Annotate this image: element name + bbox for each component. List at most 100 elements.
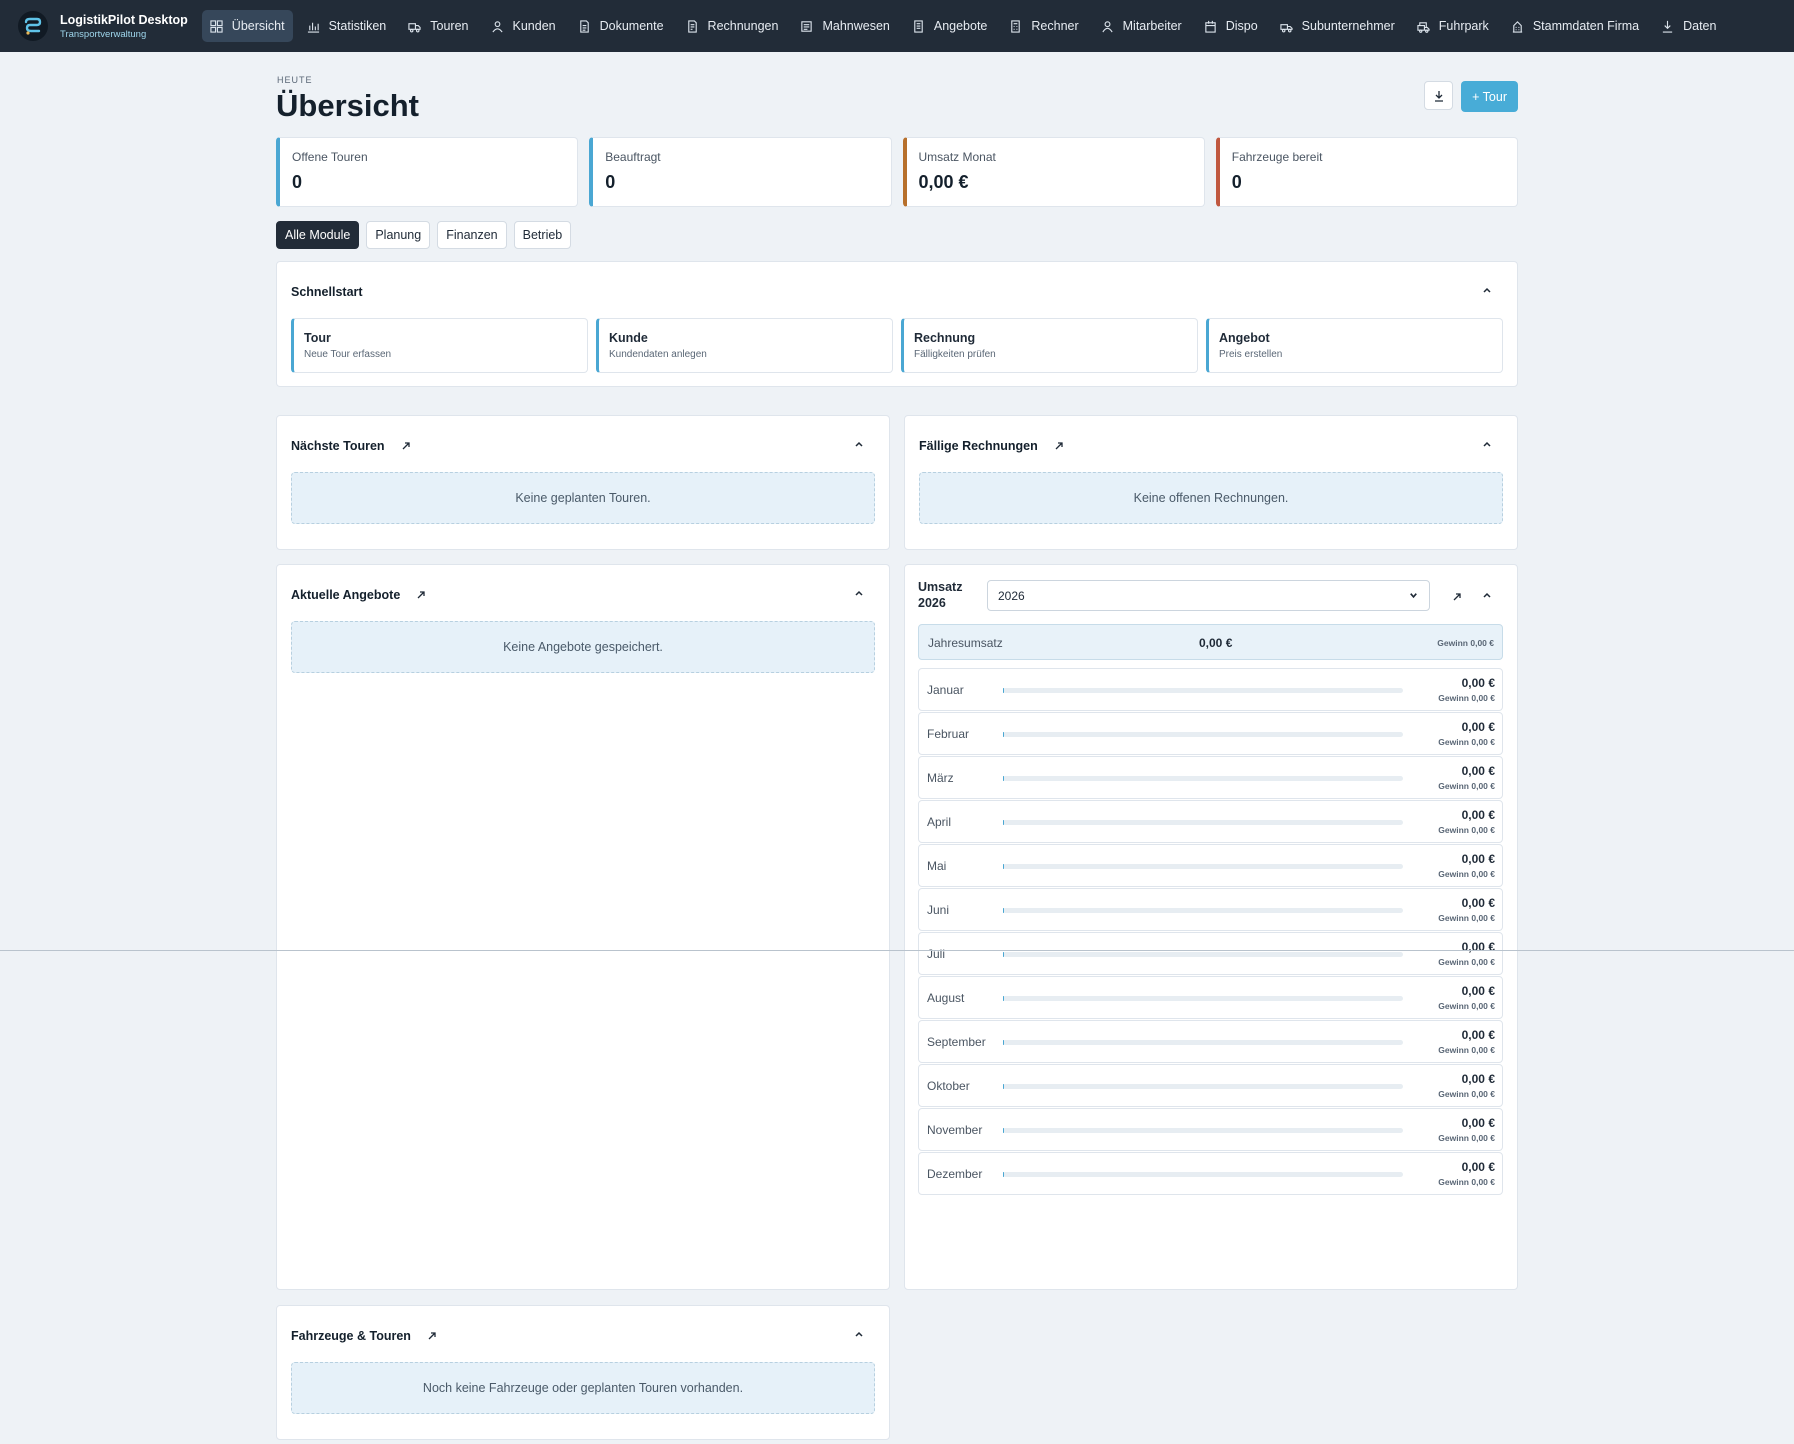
- month-revenue-bar-fill: [1003, 1040, 1005, 1045]
- collapse-quickstart-button[interactable]: [1481, 284, 1493, 299]
- app-subtitle: Transportverwaltung: [60, 28, 147, 40]
- month-revenue-bar: [1003, 688, 1403, 693]
- open-due-invoices-button[interactable]: [1054, 441, 1064, 451]
- month-revenue-row: Februar 0,00 € Gewinn 0,00 €: [918, 712, 1503, 755]
- due-invoices-title: Fällige Rechnungen: [919, 439, 1038, 453]
- nav-item-5[interactable]: Rechnungen: [678, 10, 787, 42]
- month-revenue-value: 0,00 €: [1461, 720, 1495, 734]
- nav-item-7[interactable]: Angebote: [904, 10, 996, 42]
- kpi-value: 0: [1231, 172, 1242, 192]
- nav-item-13[interactable]: Stammdaten Firma: [1503, 10, 1647, 42]
- collapse-vehicles-button[interactable]: [853, 1328, 865, 1343]
- nav-item-label: Subunternehmer: [1301, 19, 1395, 33]
- nav-item-1[interactable]: Statistiken: [299, 10, 395, 42]
- nav-item-0[interactable]: Übersicht: [201, 10, 293, 42]
- open-revenue-button[interactable]: [1452, 590, 1462, 605]
- kpi-card: Offene Touren 0: [276, 137, 579, 207]
- month-name: Februar: [927, 727, 970, 741]
- calculator-icon: [1011, 19, 1021, 33]
- filter-chip[interactable]: Planung: [366, 221, 431, 249]
- kpi-label: Offene Touren: [292, 150, 368, 164]
- add-tour-button[interactable]: + Tour: [1461, 81, 1518, 112]
- open-offers-button[interactable]: [416, 590, 426, 600]
- quickstart-item[interactable]: Tour Neue Tour erfassen: [291, 318, 588, 373]
- month-revenue-row: November 0,00 € Gewinn 0,00 €: [918, 1108, 1503, 1151]
- month-revenue-row: April 0,00 € Gewinn 0,00 €: [918, 800, 1503, 843]
- dashboard-icon: [210, 19, 223, 33]
- month-name: Mai: [927, 859, 947, 873]
- open-vehicles-button[interactable]: [427, 1331, 437, 1341]
- month-revenue-value: 0,00 €: [1461, 1116, 1495, 1130]
- nav-item-11[interactable]: Subunternehmer: [1272, 10, 1403, 42]
- calendar-icon: [1204, 20, 1216, 33]
- revenue-year-label: 2026: [918, 596, 946, 610]
- month-revenue-bar-fill: [1003, 732, 1005, 737]
- month-revenue-row: Oktober 0,00 € Gewinn 0,00 €: [918, 1064, 1503, 1107]
- external-link-icon: [1453, 593, 1461, 601]
- quickstart-item[interactable]: Kunde Kundendaten anlegen: [596, 318, 893, 373]
- export-button[interactable]: [1424, 81, 1454, 110]
- month-profit: Gewinn 0,00 €: [1438, 825, 1495, 835]
- month-revenue-bar: [1003, 732, 1403, 737]
- month-revenue-value: 0,00 €: [1461, 896, 1495, 910]
- collapse-next-tours-button[interactable]: [853, 438, 865, 453]
- kpi-label: Umsatz Monat: [918, 150, 996, 164]
- external-link-icon: [417, 591, 425, 599]
- month-revenue-row: August 0,00 € Gewinn 0,00 €: [918, 976, 1503, 1019]
- collapse-offers-button[interactable]: [853, 587, 865, 602]
- year-select[interactable]: 2026: [987, 580, 1430, 611]
- nav-item-label: Touren: [430, 19, 469, 33]
- month-revenue-row: März 0,00 € Gewinn 0,00 €: [918, 756, 1503, 799]
- external-link-icon: [402, 442, 410, 450]
- nav-item-label: Kunden: [512, 19, 556, 33]
- building-icon: [1512, 20, 1522, 33]
- collapse-due-invoices-button[interactable]: [1481, 438, 1493, 453]
- nav-item-label: Statistiken: [328, 19, 387, 33]
- annual-profit: Gewinn 0,00 €: [1437, 638, 1494, 648]
- month-name: September: [927, 1035, 986, 1049]
- collapse-revenue-button[interactable]: [1481, 589, 1493, 604]
- download-icon: [1434, 90, 1443, 102]
- annual-revenue-label: Jahresumsatz: [928, 636, 1003, 650]
- month-name: August: [927, 991, 965, 1005]
- open-next-tours-button[interactable]: [401, 441, 411, 451]
- nav-item-label: Fuhrpark: [1438, 19, 1489, 33]
- nav-item-9[interactable]: Mitarbeiter: [1093, 10, 1190, 42]
- month-revenue-value: 0,00 €: [1461, 984, 1495, 998]
- nav-item-8[interactable]: Rechner: [1001, 10, 1086, 42]
- month-name: Juni: [927, 903, 950, 917]
- nav-item-10[interactable]: Dispo: [1196, 10, 1266, 42]
- filter-chip[interactable]: Alle Module: [276, 221, 360, 249]
- annual-revenue-row: Jahresumsatz 0,00 € Gewinn 0,00 €: [918, 624, 1503, 660]
- kpi-value: 0,00 €: [918, 172, 969, 192]
- chevron-up-icon: [1483, 287, 1491, 293]
- nav-item-3[interactable]: Kunden: [483, 10, 564, 42]
- year-select-value: 2026: [998, 588, 1025, 603]
- quickstart-item[interactable]: Rechnung Fälligkeiten prüfen: [901, 318, 1198, 373]
- nav-item-12[interactable]: Fuhrpark: [1409, 10, 1497, 42]
- nav-item-2[interactable]: Touren: [400, 10, 476, 42]
- invoice-icon: [687, 19, 697, 33]
- quickstart-item[interactable]: Angebot Preis erstellen: [1206, 318, 1503, 373]
- quickstart-item-title: Angebot: [1219, 331, 1270, 345]
- kpi-card: Fahrzeuge bereit 0: [1215, 137, 1518, 207]
- month-profit: Gewinn 0,00 €: [1438, 1045, 1495, 1055]
- month-revenue-bar: [1003, 908, 1403, 913]
- offers-empty-state: Keine Angebote gespeichert.: [291, 621, 875, 673]
- month-revenue-row: September 0,00 € Gewinn 0,00 €: [918, 1020, 1503, 1063]
- reminder-icon: [801, 20, 813, 32]
- month-revenue-bar: [1003, 1128, 1403, 1133]
- month-revenue-value: 0,00 €: [1461, 1072, 1495, 1086]
- month-revenue-bar-fill: [1003, 952, 1005, 957]
- month-revenue-bar-fill: [1003, 820, 1005, 825]
- filter-chip[interactable]: Finanzen: [437, 221, 507, 249]
- month-revenue-bar-fill: [1003, 1172, 1005, 1177]
- month-revenue-bar: [1003, 864, 1403, 869]
- filter-chip[interactable]: Betrieb: [513, 221, 572, 249]
- month-profit: Gewinn 0,00 €: [1438, 1089, 1495, 1099]
- page-kicker: HEUTE: [277, 75, 313, 85]
- nav-item-6[interactable]: Mahnwesen: [792, 10, 897, 42]
- nav-item-14[interactable]: Daten: [1653, 10, 1724, 42]
- nav-item-4[interactable]: Dokumente: [570, 10, 672, 42]
- page-header: HEUTE Übersicht + Tour: [276, 52, 1518, 137]
